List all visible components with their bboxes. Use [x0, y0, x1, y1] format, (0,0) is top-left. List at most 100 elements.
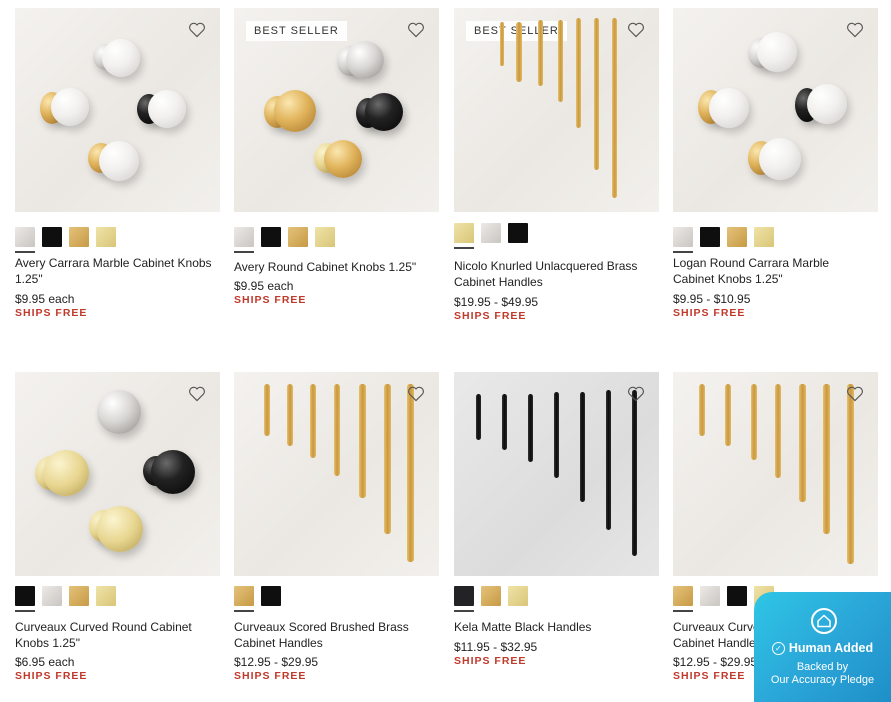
handle [576, 18, 581, 128]
product-image[interactable]: BEST SELLER [454, 8, 659, 212]
product-image[interactable]: BEST SELLER [234, 8, 439, 212]
pledge-line-1: Backed by [796, 661, 849, 673]
product-price: $12.95 - $29.95 [234, 655, 319, 669]
swatch-light-brass[interactable] [96, 586, 116, 606]
product-card[interactable]: Curveaux Scored Brushed Brass Cabinet Ha… [234, 372, 439, 682]
swatch-brass[interactable] [69, 227, 89, 247]
marble-knob [51, 88, 89, 126]
swatch-unlacquered-brass[interactable] [454, 223, 474, 249]
handle [359, 384, 366, 498]
shipping-label: SHIPS FREE [234, 294, 307, 306]
handle [538, 20, 543, 86]
product-image[interactable] [673, 8, 878, 212]
swatch-marble[interactable] [673, 227, 693, 253]
heart-icon[interactable] [627, 386, 645, 402]
heart-icon[interactable] [627, 22, 645, 38]
swatch-brushed-brass[interactable] [234, 586, 254, 612]
handle [580, 392, 585, 502]
swatch-matte-black[interactable] [454, 586, 474, 612]
swatch-black[interactable] [727, 586, 747, 606]
product-image[interactable] [673, 372, 878, 576]
check-circle-icon: ✓ [771, 642, 785, 655]
handle [606, 390, 611, 530]
swatch-black[interactable] [261, 227, 281, 247]
product-card[interactable]: Curveaux Curved Round Cabinet Knobs 1.25… [15, 372, 220, 682]
handle [500, 22, 504, 66]
product-price: $6.95 each [15, 655, 75, 669]
handle [612, 18, 617, 198]
product-image[interactable] [15, 372, 220, 576]
marble-knob [807, 84, 847, 124]
best-seller-badge: BEST SELLER [246, 21, 347, 41]
swatch-black[interactable] [42, 227, 62, 247]
product-name[interactable]: Avery Round Cabinet Knobs 1.25" [234, 259, 434, 275]
light-brass-knob [43, 450, 89, 496]
nickel-knob [97, 390, 141, 434]
product-card[interactable]: Curveaux Curved Brushed Brass Cabinet Ha… [673, 372, 878, 682]
heart-icon[interactable] [407, 22, 425, 38]
product-name[interactable]: Nicolo Knurled Unlacquered Brass Cabinet… [454, 258, 654, 290]
product-name[interactable]: Kela Matte Black Handles [454, 619, 654, 635]
handle [751, 384, 757, 460]
product-image[interactable] [15, 8, 220, 212]
marble-knob [102, 39, 140, 77]
brass-knob [324, 140, 362, 178]
product-image[interactable] [454, 372, 659, 576]
handle [502, 394, 507, 450]
brass-knob [274, 90, 316, 132]
handle [558, 20, 563, 102]
shipping-label: SHIPS FREE [15, 670, 88, 682]
swatch-light-brass[interactable] [508, 586, 528, 606]
swatch-nickel[interactable] [700, 586, 720, 606]
swatch-marble[interactable] [15, 227, 35, 253]
swatch-brass[interactable] [288, 227, 308, 247]
swatch-nickel[interactable] [42, 586, 62, 606]
swatch-black[interactable] [261, 586, 281, 606]
product-card[interactable]: BEST SELLER Avery Round Cabinet Knobs 1.… [234, 8, 439, 306]
swatch-black[interactable] [15, 586, 35, 612]
product-price: $11.95 - $32.95 [454, 640, 538, 654]
heart-icon[interactable] [188, 386, 206, 402]
swatch-brass[interactable] [481, 586, 501, 606]
heart-icon[interactable] [846, 22, 864, 38]
heart-icon[interactable] [188, 22, 206, 38]
product-name[interactable]: Curveaux Curved Round Cabinet Knobs 1.25… [15, 619, 215, 651]
handle [528, 394, 533, 462]
product-card[interactable]: Avery Carrara Marble Cabinet Knobs 1.25"… [15, 8, 220, 319]
black-knob [365, 93, 403, 131]
swatch-light-brass[interactable] [96, 227, 116, 247]
swatch-black[interactable] [700, 227, 720, 247]
shipping-label: SHIPS FREE [454, 655, 527, 667]
product-name[interactable]: Logan Round Carrara Marble Cabinet Knobs… [673, 255, 873, 287]
marble-knob [709, 88, 749, 128]
handle [799, 384, 806, 502]
product-card[interactable]: Kela Matte Black Handles $11.95 - $32.95… [454, 372, 659, 667]
black-knob [151, 450, 195, 494]
swatch-nickel[interactable] [481, 223, 501, 243]
handle [847, 384, 854, 564]
handle [554, 392, 559, 478]
swatch-light-brass[interactable] [754, 227, 774, 247]
product-image[interactable] [234, 372, 439, 576]
swatch-nickel[interactable] [234, 227, 254, 253]
heart-icon[interactable] [846, 386, 864, 402]
product-card[interactable]: BEST SELLER Nicolo Knurled Unlacquered B… [454, 8, 659, 322]
handle [384, 384, 391, 534]
shipping-label: SHIPS FREE [673, 307, 746, 319]
swatch-brushed-brass[interactable] [673, 586, 693, 612]
handle [310, 384, 316, 458]
product-name[interactable]: Curveaux Scored Brushed Brass Cabinet Ha… [234, 619, 434, 651]
swatch-brass[interactable] [69, 586, 89, 606]
heart-icon[interactable] [407, 386, 425, 402]
accuracy-pledge-badge[interactable]: ✓ Human Added Backed by Our Accuracy Pled… [754, 592, 891, 702]
home-shield-icon [811, 608, 837, 634]
product-name[interactable]: Avery Carrara Marble Cabinet Knobs 1.25" [15, 255, 215, 287]
swatch-black[interactable] [508, 223, 528, 243]
product-card[interactable]: Logan Round Carrara Marble Cabinet Knobs… [673, 8, 878, 319]
swatch-light-brass[interactable] [315, 227, 335, 247]
swatch-brass[interactable] [727, 227, 747, 247]
product-price: $12.95 - $29.95 [673, 655, 758, 669]
handle [516, 22, 522, 82]
handle [287, 384, 293, 446]
handle [476, 394, 481, 440]
